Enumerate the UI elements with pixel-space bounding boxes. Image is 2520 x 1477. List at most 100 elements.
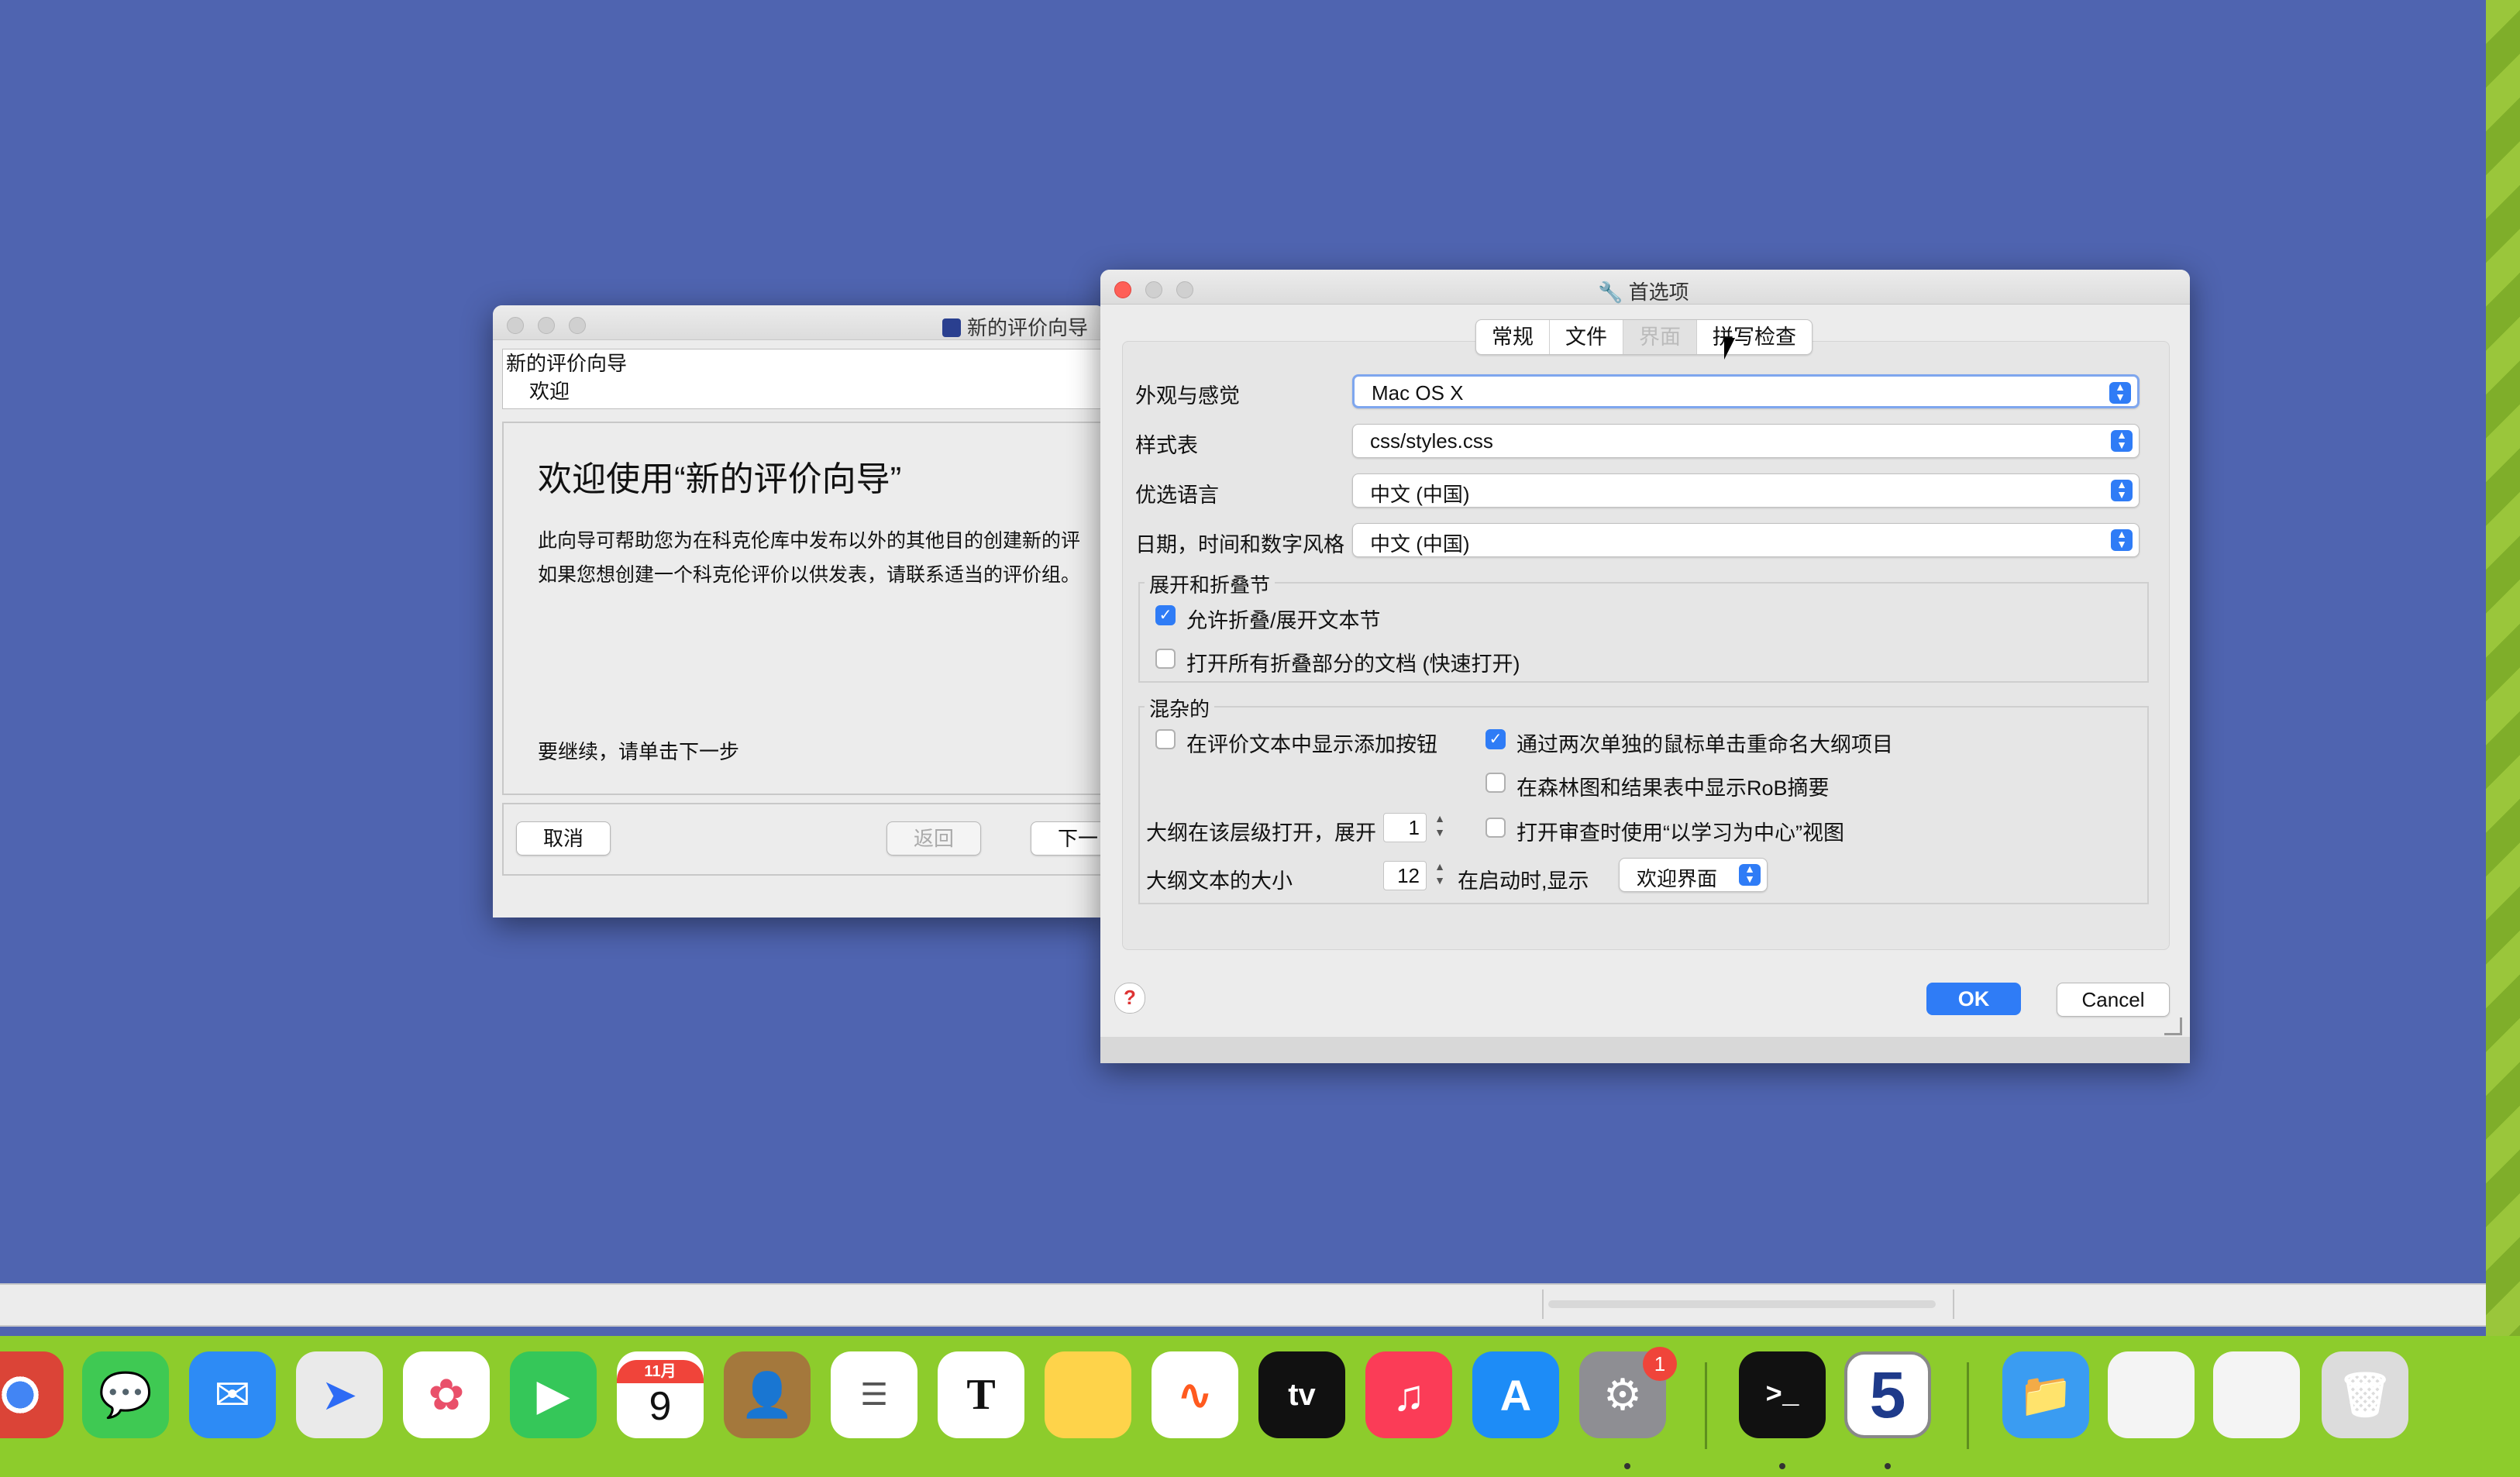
freeform-icon[interactable]: ∿	[1152, 1351, 1238, 1438]
contacts-icon[interactable]: 👤	[724, 1351, 811, 1438]
stylesheet-label: 样式表	[1135, 434, 1198, 457]
show-rob-label: 在森林图和结果表中显示RoB摘要	[1516, 776, 1830, 800]
tab-general[interactable]: 常规	[1476, 320, 1550, 354]
rename-outline-label: 通过两次单独的鼠标单击重命名大纲项目	[1516, 733, 1893, 756]
maps-icon[interactable]: ➤	[296, 1351, 383, 1438]
textedit-icon[interactable]: T	[938, 1351, 1024, 1438]
minimize-button[interactable]	[1145, 281, 1162, 298]
calendar-icon[interactable]: 11月 9	[617, 1351, 704, 1438]
language-select[interactable]: 中文 (中国) ▲ ▼	[1352, 473, 2140, 508]
apple-tv-icon[interactable]: tv	[1258, 1351, 1345, 1438]
settings-badge: 1	[1643, 1347, 1677, 1381]
status-segment	[1953, 1289, 2487, 1319]
select-arrows-icon: ▲ ▼	[2111, 429, 2133, 452]
wrench-icon: 🔧	[1598, 281, 1623, 304]
running-indicator	[1624, 1463, 1630, 1469]
photos-icon[interactable]: ✿	[403, 1351, 490, 1438]
startup-select[interactable]: 欢迎界面 ▲ ▼	[1619, 858, 1768, 892]
look-feel-select[interactable]: Mac OS X ▲ ▼	[1352, 374, 2140, 408]
rename-outline-checkbox[interactable]: ✓	[1485, 729, 1506, 749]
preferences-title: 🔧 首选项	[1598, 281, 1689, 304]
interface-tab-content: 外观与感觉 Mac OS X ▲ ▼ 样式表 css/styles.css ▲ ▼ …	[1122, 341, 2170, 950]
reminders-icon[interactable]: ☰	[831, 1351, 917, 1438]
stylesheet-select[interactable]: css/styles.css ▲ ▼	[1352, 424, 2140, 458]
startup-label: 在启动时,显示	[1458, 869, 1589, 893]
show-rob-checkbox[interactable]	[1485, 773, 1506, 793]
select-arrows-icon: ▲ ▼	[2111, 528, 2133, 551]
running-indicator	[1885, 1463, 1891, 1469]
datetime-label: 日期，时间和数字风格	[1135, 533, 1344, 556]
tab-files[interactable]: 文件	[1550, 320, 1623, 354]
revman-5-icon[interactable]: 5	[1844, 1351, 1931, 1438]
datetime-select[interactable]: 中文 (中国) ▲ ▼	[1352, 523, 2140, 557]
collapse-group-label: 展开和折叠节	[1145, 570, 1275, 598]
resize-grip[interactable]	[2164, 1017, 2182, 1035]
allow-collapse-checkbox[interactable]: ✓	[1155, 605, 1176, 625]
back-button[interactable]: 返回	[886, 821, 981, 856]
outline-size-stepper[interactable]: ▲ ▼	[1431, 859, 1448, 890]
calendar-month: 11月	[617, 1360, 704, 1383]
app-icon	[942, 318, 961, 337]
mail-icon[interactable]: ✉	[189, 1351, 276, 1438]
window-thumbnail-icon[interactable]	[2108, 1351, 2195, 1438]
app-status-bar	[0, 1283, 2486, 1327]
messages-icon[interactable]: 💬	[82, 1351, 169, 1438]
show-add-button-checkbox[interactable]	[1155, 729, 1176, 749]
open-all-checkbox[interactable]	[1155, 649, 1176, 669]
dock-separator	[1705, 1362, 1707, 1449]
wizard-step-tree: 新的评价向导 欢迎	[502, 349, 1116, 409]
continue-instruction: 要继续，请单击下一步	[538, 740, 740, 763]
wizard-titlebar: 新的评价向导	[493, 305, 1105, 340]
calendar-day: 9	[649, 1384, 672, 1429]
outline-size-input[interactable]: 12	[1383, 861, 1427, 890]
mouse-cursor	[1724, 338, 1735, 360]
tree-item-welcome[interactable]: 欢迎	[503, 377, 1115, 405]
select-arrows-icon: ▲ ▼	[2111, 479, 2133, 501]
app-store-icon[interactable]: A	[1472, 1351, 1559, 1438]
window-bottom-strip	[1100, 1037, 2190, 1063]
wizard-title: 新的评价向导	[942, 312, 1088, 341]
cancel-button[interactable]: 取消	[516, 821, 611, 856]
learning-view-checkbox[interactable]	[1485, 818, 1506, 838]
minimize-button[interactable]	[538, 317, 555, 334]
tab-interface[interactable]: 界面	[1623, 320, 1697, 354]
preferences-tabs: 常规 文件 界面 拼写检查	[1475, 319, 1813, 355]
tab-spelling[interactable]: 拼写检查	[1697, 320, 1812, 354]
outline-level-stepper[interactable]: ▲ ▼	[1431, 811, 1448, 842]
dock-separator	[1967, 1362, 1969, 1449]
preferences-window: 🔧 首选项 外观与感觉 Mac OS X ▲ ▼ 样式表 css/styles.c…	[1100, 270, 2190, 1063]
chrome-icon[interactable]	[0, 1351, 64, 1438]
help-button[interactable]: ?	[1114, 983, 1145, 1014]
new-review-wizard-window: 新的评价向导 新的评价向导 欢迎 欢迎使用“新的评价向导” 此向导可帮助您为在科…	[493, 305, 1125, 918]
wizard-heading: 欢迎使用“新的评价向导”	[538, 460, 902, 498]
misc-group-label: 混杂的	[1145, 694, 1215, 722]
notes-icon[interactable]	[1045, 1351, 1131, 1438]
music-icon[interactable]: ♫	[1365, 1351, 1452, 1438]
window-thumbnail-icon[interactable]	[2213, 1351, 2300, 1438]
cancel-button[interactable]: Cancel	[2057, 983, 2170, 1017]
wizard-panel: 欢迎使用“新的评价向导” 此向导可帮助您为在科克伦库中发布以外的其他目的创建新的…	[502, 422, 1117, 795]
folder-icon[interactable]: 📁	[2002, 1351, 2089, 1438]
outline-level-input[interactable]: 1	[1383, 813, 1427, 842]
select-arrows-icon: ▲ ▼	[1739, 863, 1761, 886]
language-label: 优选语言	[1135, 484, 1219, 507]
tree-item-root[interactable]: 新的评价向导	[503, 349, 1115, 377]
outline-size-label: 大纲文本的大小	[1146, 869, 1293, 893]
zoom-button[interactable]	[569, 317, 586, 334]
facetime-icon[interactable]: ▶	[510, 1351, 597, 1438]
close-button[interactable]	[1114, 281, 1131, 298]
wizard-description: 此向导可帮助您为在科克伦库中发布以外的其他目的创建新的评 如果您想创建一个科克伦…	[538, 530, 1081, 586]
open-all-label: 打开所有折叠部分的文档 (快速打开)	[1186, 652, 1520, 676]
close-button[interactable]	[507, 317, 524, 334]
desktop-edge	[2486, 0, 2520, 1477]
look-feel-label: 外观与感觉	[1135, 384, 1240, 408]
preferences-titlebar: 🔧 首选项	[1100, 270, 2190, 305]
terminal-icon[interactable]: >_	[1739, 1351, 1826, 1438]
dock: 💬 ✉ ➤ ✿ ▶ 11月 9 👤 ☰ T ∿ tv ♫ A ⚙ 1 >_ 5 …	[0, 1336, 2520, 1477]
ok-button[interactable]: OK	[1926, 983, 2021, 1015]
outline-level-label: 大纲在该层级打开，展开	[1146, 821, 1376, 845]
trash-icon[interactable]: 🗑	[2322, 1351, 2408, 1438]
show-add-button-label: 在评价文本中显示添加按钮	[1186, 733, 1437, 756]
zoom-button[interactable]	[1176, 281, 1193, 298]
running-indicator	[1779, 1463, 1785, 1469]
